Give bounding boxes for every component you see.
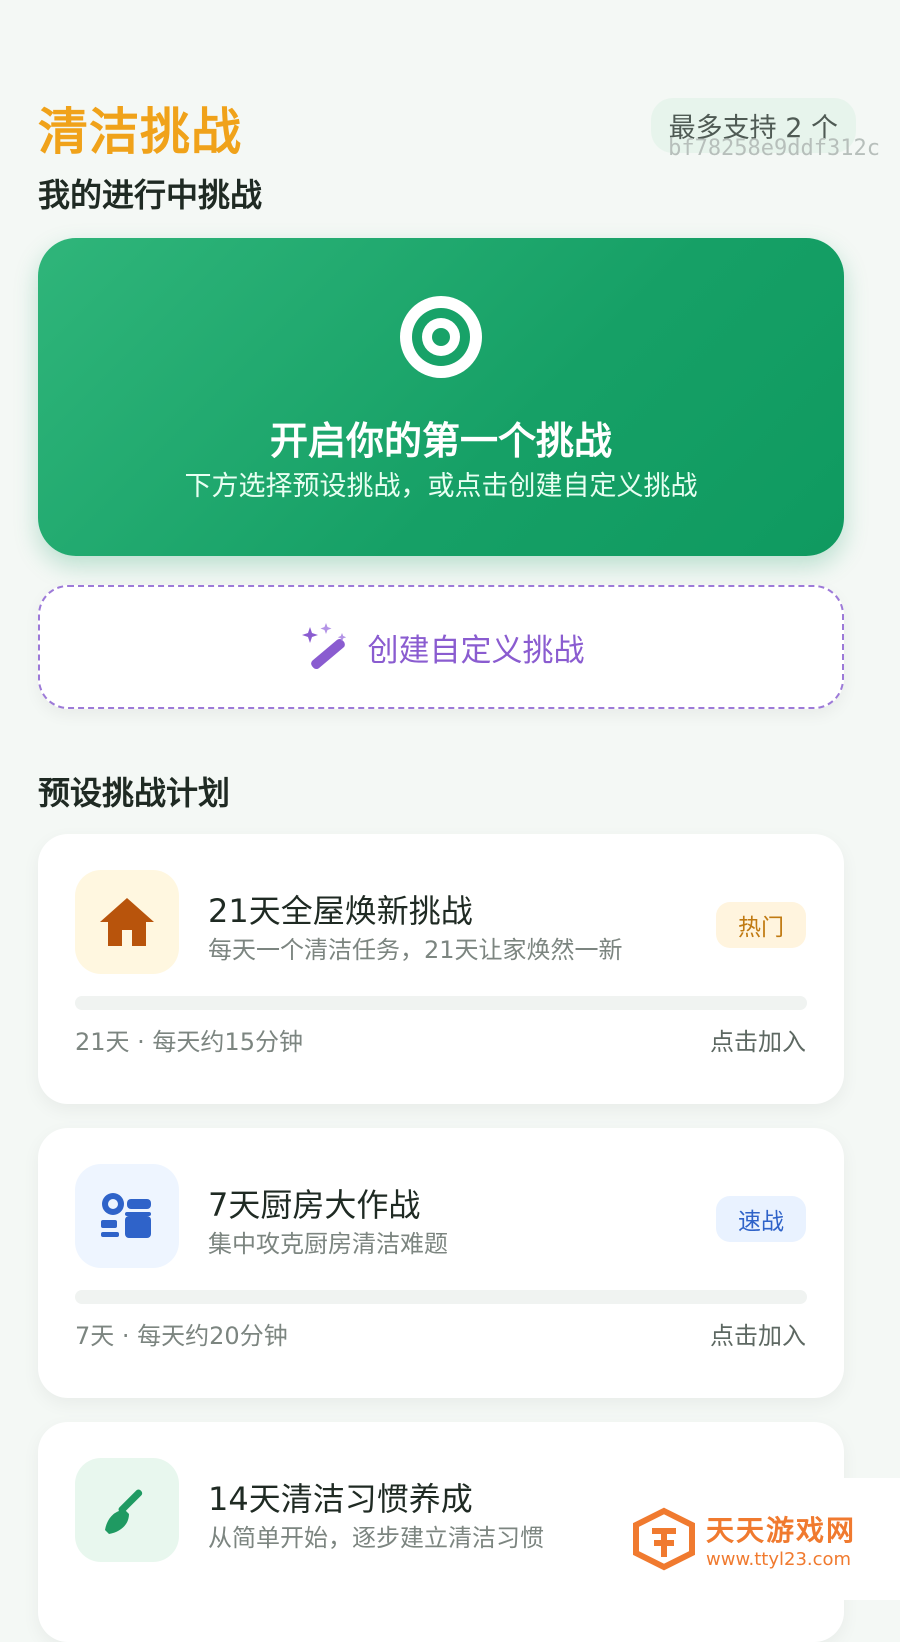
start-first-challenge-card[interactable]: 开启你的第一个挑战 下方选择预设挑战，或点击创建自定义挑战 xyxy=(38,238,844,556)
kitchen-icon xyxy=(101,1193,151,1238)
plan-meta: 21天 · 每天约15分钟 xyxy=(75,1028,303,1056)
hash-text: bf78258e9ddf312c xyxy=(668,136,880,161)
target-icon xyxy=(400,296,482,378)
plan-card-7-day-kitchen[interactable]: 7天厨房大作战 集中攻克厨房清洁难题 速战 7天 · 每天约20分钟 点击加入 xyxy=(38,1128,844,1398)
magic-wand-icon xyxy=(301,623,346,670)
section-title-presets: 预设挑战计划 xyxy=(38,774,231,812)
house-icon xyxy=(100,898,154,946)
hero-heading: 开启你的第一个挑战 xyxy=(269,419,612,463)
watermark-url: www.ttyl23.com xyxy=(706,1548,852,1570)
watermark-name: 天天游戏网 xyxy=(706,1513,857,1547)
challenge-page: 清洁挑战 最多支持 2 个 bf78258e9ddf312c 我的进行中挑战 开… xyxy=(0,0,900,1642)
watermark: 天天游戏网 www.ttyl23.com xyxy=(618,1478,900,1600)
join-link[interactable]: 点击加入 xyxy=(710,1022,806,1057)
plan-name: 14天清洁习惯养成 xyxy=(208,1480,473,1518)
create-custom-label: 创建自定义挑战 xyxy=(367,632,585,669)
join-link[interactable]: 点击加入 xyxy=(710,1316,806,1351)
plan-desc: 每天一个清洁任务，21天让家焕然一新 xyxy=(208,936,623,964)
plan-icon-box xyxy=(75,1164,179,1268)
section-title-in-progress: 我的进行中挑战 xyxy=(38,176,263,214)
plan-desc: 从简单开始，逐步建立清洁习惯 xyxy=(208,1524,544,1552)
page-title: 清洁挑战 xyxy=(38,103,242,161)
plan-name: 21天全屋焕新挑战 xyxy=(208,892,473,930)
progress-bar xyxy=(75,996,807,1010)
plan-name: 7天厨房大作战 xyxy=(208,1186,421,1224)
create-custom-challenge-button[interactable]: 创建自定义挑战 xyxy=(38,585,844,709)
progress-bar xyxy=(75,1290,807,1304)
broom-icon xyxy=(105,1489,143,1534)
plan-icon-box xyxy=(75,870,179,974)
speed-badge: 速战 xyxy=(716,1196,806,1242)
hot-badge: 热门 xyxy=(716,902,806,948)
watermark-logo-icon xyxy=(633,1507,695,1571)
plan-icon-box xyxy=(75,1458,179,1562)
hero-subtitle: 下方选择预设挑战，或点击创建自定义挑战 xyxy=(184,471,698,502)
plan-desc: 集中攻克厨房清洁难题 xyxy=(208,1230,448,1258)
plan-card-21-day[interactable]: 21天全屋焕新挑战 每天一个清洁任务，21天让家焕然一新 热门 21天 · 每天… xyxy=(38,834,844,1104)
plan-meta: 7天 · 每天约20分钟 xyxy=(75,1322,288,1350)
